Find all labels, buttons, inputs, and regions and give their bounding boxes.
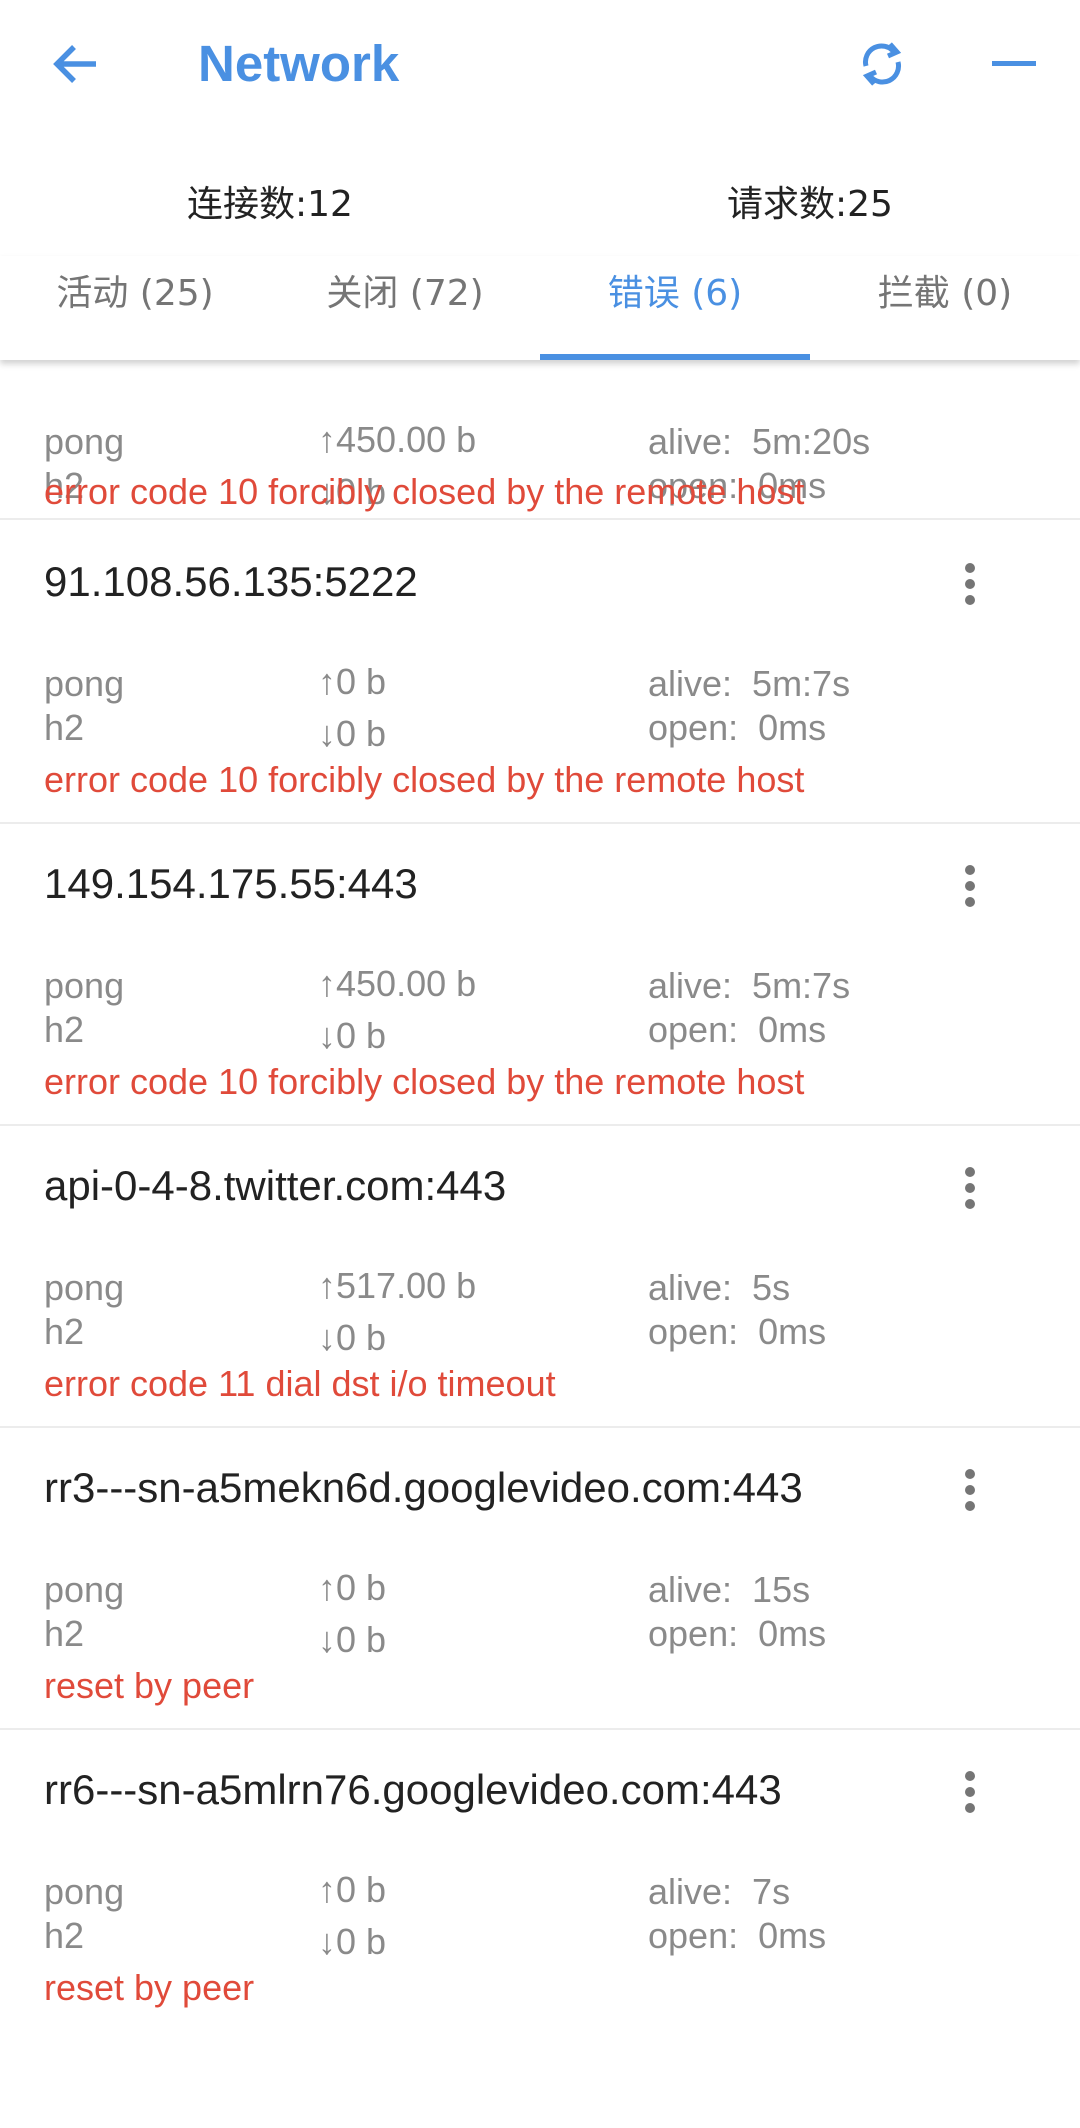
more-options-button[interactable] [938, 1760, 1002, 1824]
protocol-label: h2 [44, 1915, 85, 1956]
list-item[interactable]: api-0-4-8.twitter.com:443 pong h2 ↑517.0… [0, 1124, 1080, 1428]
upload-size: ↑450.00 b [318, 963, 477, 1004]
rule-label: pong [44, 1871, 125, 1912]
request-count: 请求数:25 [727, 184, 893, 225]
download-size: ↓0 b [318, 1619, 387, 1660]
more-options-button[interactable] [938, 552, 1002, 616]
arrow-left-icon [53, 45, 96, 83]
minus-icon [992, 61, 1036, 66]
tab-label: 活动 (25) [56, 273, 214, 314]
error-message: error code 11 dial dst i/o timeout [44, 1363, 556, 1404]
rule-label: pong [44, 663, 125, 704]
list-item[interactable]: 91.108.56.135:5222 pong h2 ↑0 b ↓0 b ali… [0, 520, 1080, 824]
rule-label: pong [44, 1267, 125, 1308]
more-vert-icon [965, 1469, 975, 1511]
list-item[interactable]: rr3---sn-a5mekn6d.googlevideo.com:443 po… [0, 1426, 1080, 1730]
error-message: reset by peer [44, 1665, 255, 1706]
protocol-label: h2 [44, 1311, 85, 1352]
stats-row: 连接数:12 请求数:25 [0, 170, 1080, 240]
upload-size: ↑450.00 b [318, 419, 477, 460]
host-address: rr3---sn-a5mekn6d.googlevideo.com:443 [44, 1464, 803, 1511]
upload-size: ↑0 b [318, 1567, 387, 1608]
more-vert-icon [965, 563, 975, 605]
alive-time: alive: 5m:7s [648, 663, 851, 704]
rule-label: pong [44, 421, 125, 462]
error-message: error code 10 forcibly closed by the rem… [44, 759, 805, 800]
tab-indicator [540, 354, 810, 360]
host-address: api-0-4-8.twitter.com:443 [44, 1162, 507, 1209]
host-address: 149.154.175.55:443 [44, 860, 418, 907]
back-button[interactable] [40, 28, 112, 100]
page-title: Network [198, 35, 400, 92]
tab-label: 关闭 (72) [326, 273, 484, 314]
alive-time: alive: 15s [648, 1569, 811, 1610]
open-time: open: 0ms [648, 1311, 827, 1352]
upload-size: ↑517.00 b [318, 1265, 477, 1306]
open-time: open: 0ms [648, 1613, 827, 1654]
upload-size: ↑0 b [318, 661, 387, 702]
minimize-button[interactable] [978, 28, 1050, 100]
protocol-label: h2 [44, 707, 85, 748]
tab-label: 错误 (6) [607, 273, 743, 314]
tab-errors[interactable]: 错误 (6) [540, 256, 810, 360]
rule-label: pong [44, 1569, 125, 1610]
more-options-button[interactable] [938, 1458, 1002, 1522]
app-bar: Network [0, 0, 1080, 128]
connection-list[interactable]: pong h2 ↑450.00 b ↓0 b alive: 5m:20s ope… [0, 360, 1080, 2128]
more-vert-icon [965, 865, 975, 907]
more-vert-icon [965, 1771, 975, 1813]
protocol-label: h2 [44, 1613, 85, 1654]
download-size: ↓0 b [318, 1317, 387, 1358]
tab-label: 拦截 (0) [877, 273, 1013, 314]
more-options-button[interactable] [938, 854, 1002, 918]
error-message: error code 10 forcibly closed by the rem… [44, 471, 805, 512]
download-size: ↓0 b [318, 1921, 387, 1962]
list-item[interactable]: 149.154.175.55:443 pong h2 ↑450.00 b ↓0 … [0, 822, 1080, 1126]
alive-time: alive: 5m:20s [648, 421, 871, 462]
download-size: ↓0 b [318, 713, 387, 754]
download-size: ↓0 b [318, 1015, 387, 1056]
error-message: error code 10 forcibly closed by the rem… [44, 1061, 805, 1102]
tab-blocked[interactable]: 拦截 (0) [810, 256, 1080, 360]
open-time: open: 0ms [648, 1915, 827, 1956]
tab-closed[interactable]: 关闭 (72) [270, 256, 540, 360]
upload-size: ↑0 b [318, 1869, 387, 1910]
alive-time: alive: 5s [648, 1267, 791, 1308]
protocol-label: h2 [44, 1009, 85, 1050]
list-item[interactable]: rr6---sn-a5mlrn76.googlevideo.com:443 po… [0, 1728, 1080, 2030]
open-time: open: 0ms [648, 1009, 827, 1050]
refresh-icon [862, 42, 902, 86]
more-options-button[interactable] [938, 1156, 1002, 1220]
error-message: reset by peer [44, 1967, 255, 2008]
tab-bar: 活动 (25) 关闭 (72) 错误 (6) 拦截 (0) [0, 256, 1080, 360]
refresh-button[interactable] [846, 28, 918, 100]
host-address: rr6---sn-a5mlrn76.googlevideo.com:443 [44, 1766, 782, 1813]
connection-count: 连接数:12 [187, 184, 353, 225]
alive-time: alive: 7s [648, 1871, 791, 1912]
host-address: 91.108.56.135:5222 [44, 558, 418, 605]
more-vert-icon [965, 1167, 975, 1209]
list-item[interactable]: pong h2 ↑450.00 b ↓0 b alive: 5m:20s ope… [0, 360, 1080, 520]
alive-time: alive: 5m:7s [648, 965, 851, 1006]
open-time: open: 0ms [648, 707, 827, 748]
tab-active[interactable]: 活动 (25) [0, 256, 270, 360]
rule-label: pong [44, 965, 125, 1006]
